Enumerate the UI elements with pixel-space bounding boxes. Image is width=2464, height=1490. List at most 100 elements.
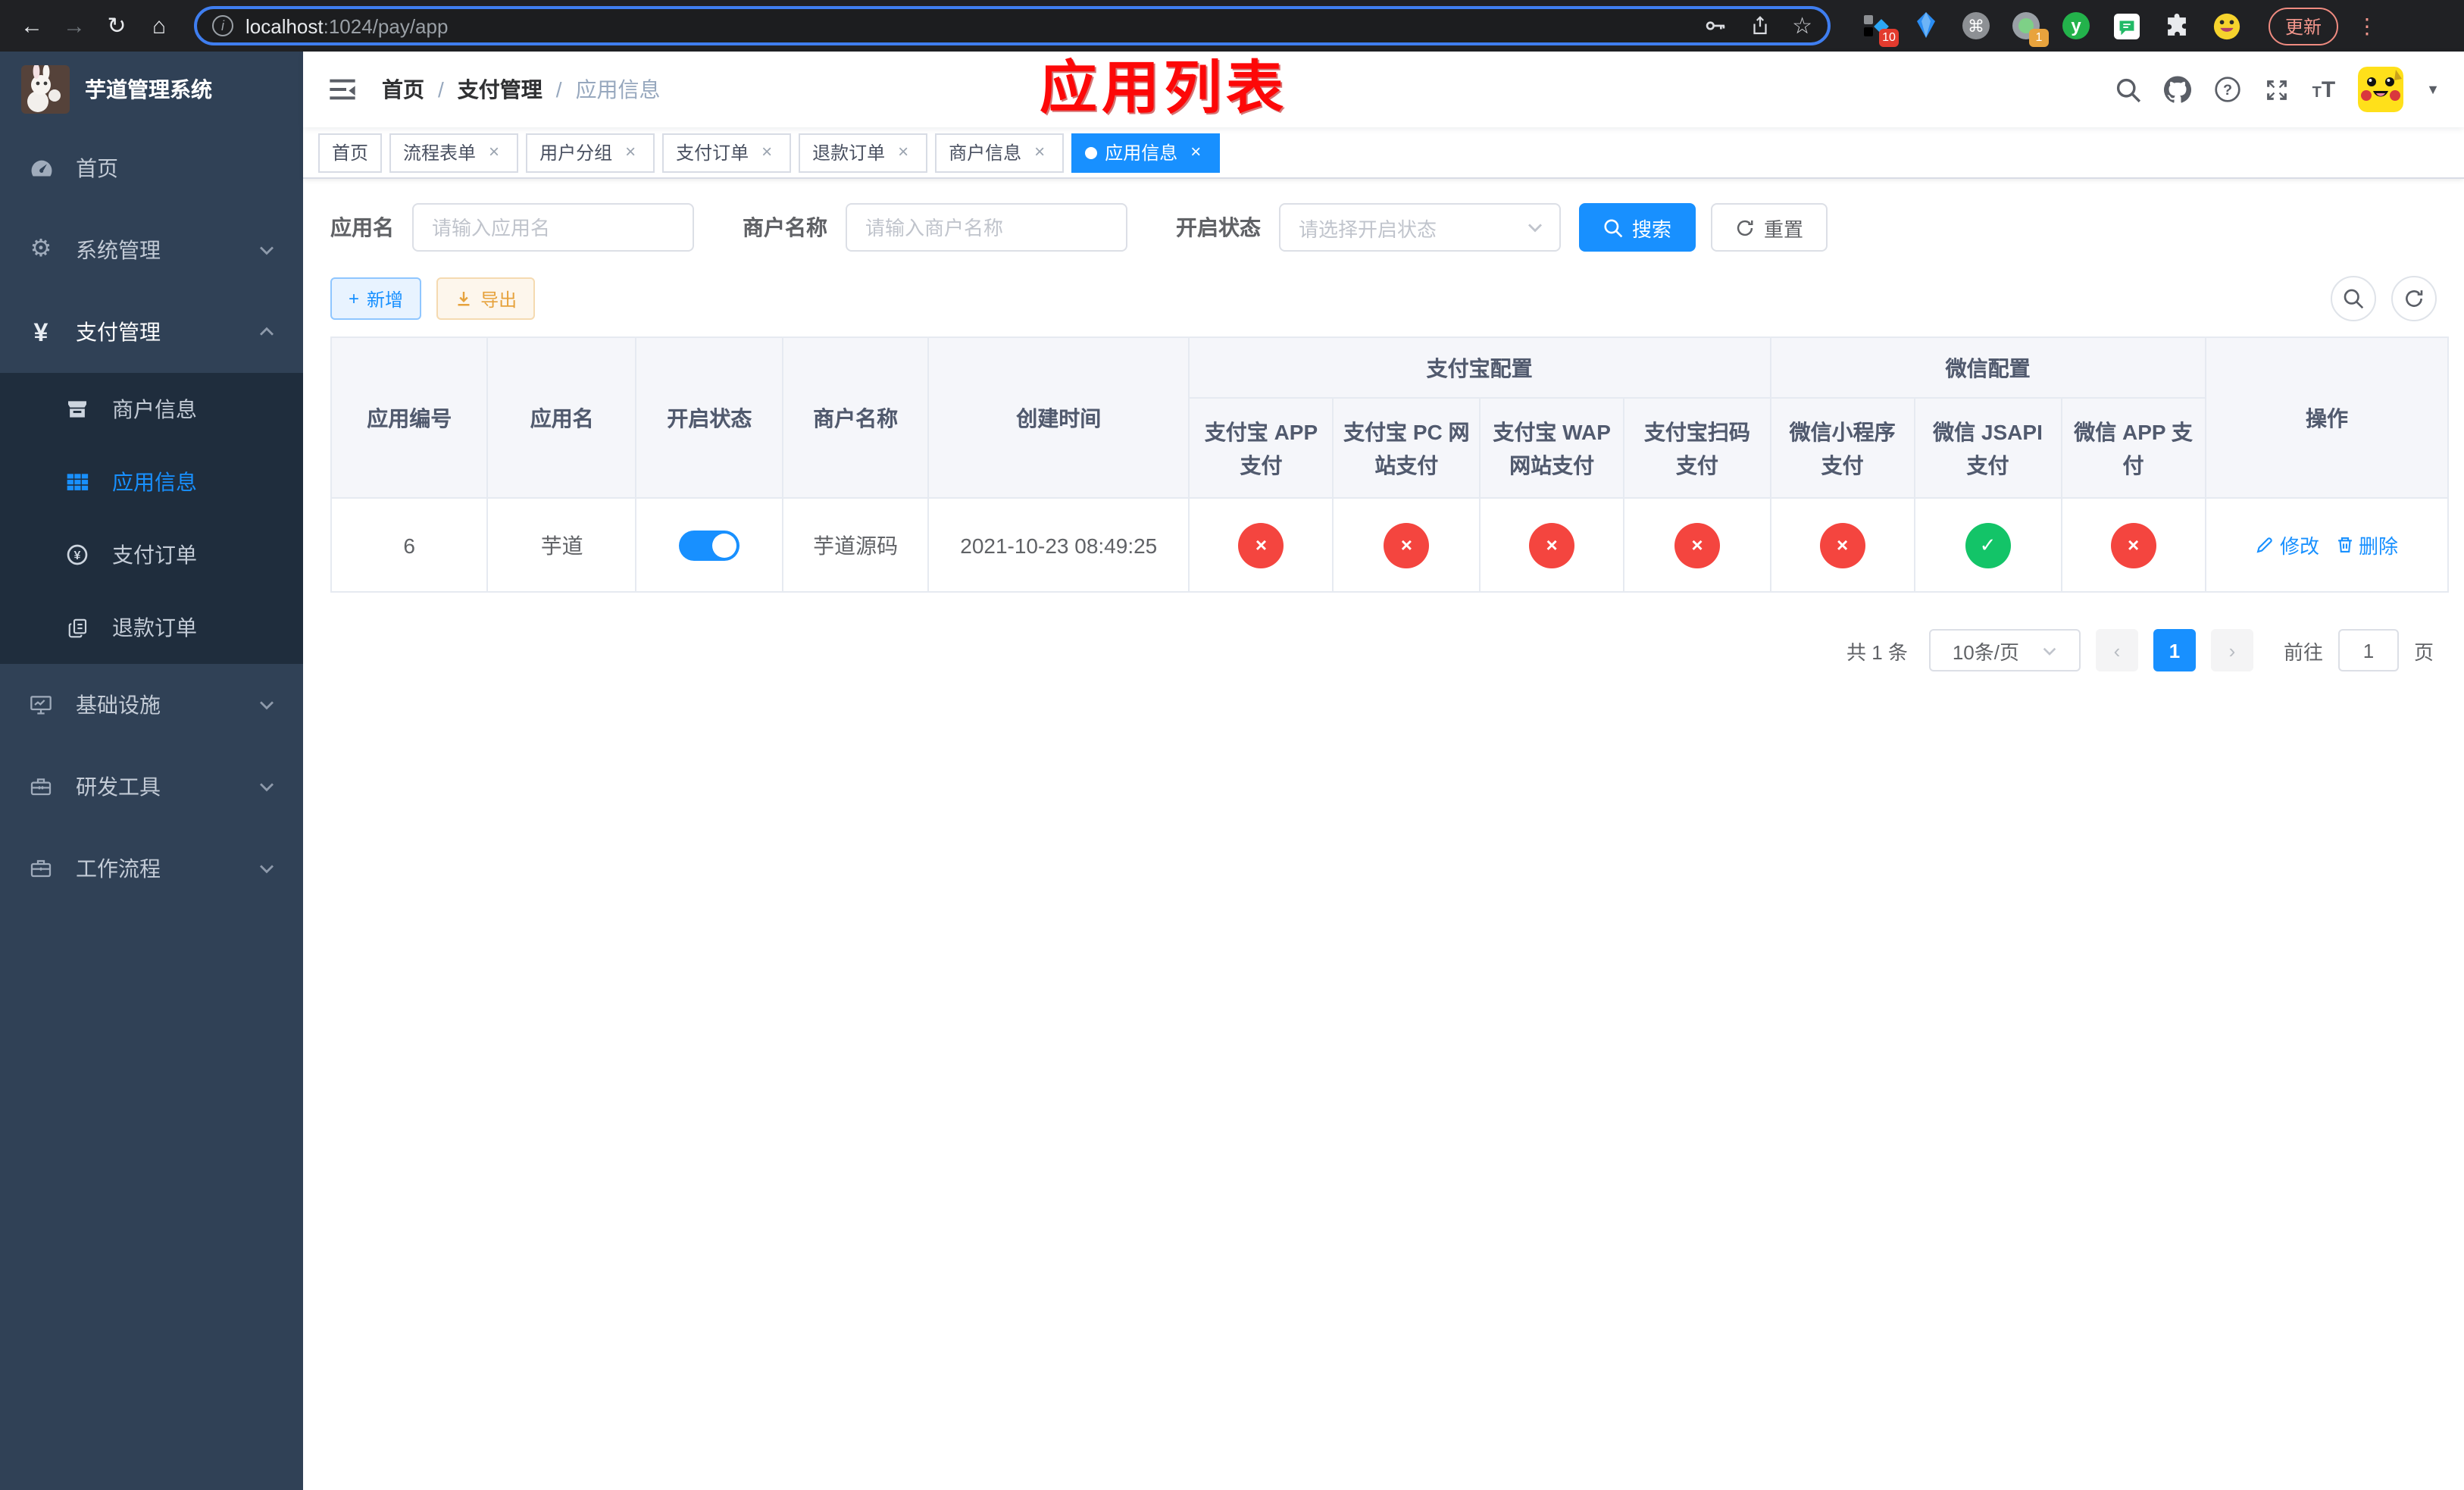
extension-command-icon[interactable]: ⌘ bbox=[1961, 11, 1991, 41]
chrome-menu-icon[interactable]: ⋮ bbox=[2356, 13, 2378, 39]
sidebar-item-system[interactable]: ⚙ 系统管理 bbox=[0, 209, 303, 291]
browser-back-icon[interactable]: ← bbox=[15, 13, 48, 39]
password-key-icon[interactable] bbox=[1703, 14, 1727, 38]
help-icon[interactable]: ? bbox=[2214, 76, 2241, 103]
browser-home-icon[interactable]: ⌂ bbox=[142, 13, 176, 39]
extension-gem-icon[interactable] bbox=[1911, 11, 1941, 41]
extension-blocks-icon[interactable]: 10 bbox=[1861, 11, 1899, 47]
search-button[interactable]: 搜索 bbox=[1579, 203, 1696, 252]
next-page-button[interactable]: › bbox=[2210, 629, 2253, 671]
sidebar-item-workflow[interactable]: 工作流程 bbox=[0, 828, 303, 909]
close-tab-icon[interactable]: × bbox=[893, 141, 914, 163]
extension-record-icon[interactable]: 1 bbox=[2011, 11, 2049, 47]
close-tab-icon[interactable]: × bbox=[483, 141, 505, 163]
chrome-update-button[interactable]: 更新 bbox=[2269, 7, 2339, 45]
app-name-input[interactable] bbox=[412, 203, 694, 252]
plus-icon: + bbox=[349, 288, 360, 309]
avatar-caret-icon[interactable]: ▼ bbox=[2426, 82, 2440, 97]
prev-page-button[interactable]: ‹ bbox=[2095, 629, 2138, 671]
logo-rabbit-image bbox=[21, 65, 70, 114]
fullscreen-icon[interactable] bbox=[2264, 77, 2290, 102]
breadcrumb-current: 应用信息 bbox=[575, 77, 661, 102]
cross-circle-icon: × bbox=[2110, 522, 2156, 568]
delete-link[interactable]: 删除 bbox=[2334, 531, 2398, 559]
breadcrumb-home[interactable]: 首页 bbox=[382, 74, 424, 105]
close-tab-icon[interactable]: × bbox=[1029, 141, 1050, 163]
close-tab-icon[interactable]: × bbox=[756, 141, 777, 163]
status-alipay-wap-cell: × bbox=[1478, 497, 1625, 593]
breadcrumb-payment[interactable]: 支付管理 bbox=[458, 74, 543, 105]
extension-emoji-icon[interactable] bbox=[2211, 11, 2241, 41]
tab-flow-form[interactable]: 流程表单 × bbox=[389, 133, 519, 172]
browser-reload-icon[interactable]: ↻ bbox=[100, 12, 133, 39]
sidebar-item-devtools[interactable]: 研发工具 bbox=[0, 746, 303, 828]
toolbox-icon bbox=[27, 775, 55, 799]
sidebar-item-pay-order[interactable]: ¥ 支付订单 bbox=[0, 518, 303, 591]
sidebar-item-home[interactable]: 首页 bbox=[0, 127, 303, 209]
address-bar[interactable]: i localhost:1024/pay/app ☆ bbox=[194, 6, 1831, 45]
export-button[interactable]: 导出 bbox=[436, 277, 536, 320]
app-id-cell: 6 bbox=[330, 497, 489, 593]
hamburger-icon[interactable] bbox=[327, 74, 358, 105]
current-page-button[interactable]: 1 bbox=[2153, 629, 2196, 671]
chevron-down-icon bbox=[2040, 642, 2057, 659]
tab-user-group[interactable]: 用户分组 × bbox=[526, 133, 655, 172]
goto-page-input[interactable] bbox=[2337, 629, 2399, 671]
sidebar-item-label: 基础设施 bbox=[76, 693, 161, 717]
download-icon bbox=[458, 292, 470, 306]
close-tab-icon[interactable]: × bbox=[620, 141, 641, 163]
gear-icon: ⚙ bbox=[30, 236, 52, 262]
cross-circle-icon: × bbox=[1384, 522, 1430, 568]
wechat-config-group-header: 微信配置 bbox=[1769, 337, 2207, 399]
tab-home[interactable]: 首页 bbox=[318, 133, 383, 172]
enabled-toggle[interactable] bbox=[679, 530, 740, 560]
goto-label: 前往 bbox=[2283, 640, 2323, 663]
search-icon[interactable] bbox=[2115, 77, 2141, 102]
tab-app-info[interactable]: 应用信息 × bbox=[1071, 133, 1221, 172]
add-button[interactable]: + 新增 bbox=[330, 277, 422, 320]
sidebar-item-app-info[interactable]: 应用信息 bbox=[0, 446, 303, 518]
status-select[interactable]: 请选择开启状态 bbox=[1279, 203, 1561, 252]
status-alipay-qr-cell: × bbox=[1623, 497, 1771, 593]
tab-label: 用户分组 bbox=[539, 142, 613, 164]
sidebar-item-infra[interactable]: 基础设施 bbox=[0, 664, 303, 746]
avatar[interactable] bbox=[2358, 67, 2404, 112]
bookmark-star-icon[interactable]: ☆ bbox=[1792, 14, 1812, 37]
sidebar-item-label: 系统管理 bbox=[76, 238, 161, 262]
url-text[interactable]: localhost:1024/pay/app bbox=[245, 14, 448, 37]
github-icon[interactable] bbox=[2163, 76, 2191, 103]
reset-button[interactable]: 重置 bbox=[1711, 203, 1828, 252]
extensions-puzzle-icon[interactable] bbox=[2161, 11, 2191, 41]
sidebar-item-merchant-info[interactable]: 商户信息 bbox=[0, 373, 303, 446]
briefcase-icon bbox=[27, 856, 55, 881]
sidebar-item-refund-order[interactable]: 退款订单 bbox=[0, 591, 303, 664]
font-size-icon[interactable]: TT bbox=[2312, 77, 2336, 102]
merchant-name-input[interactable] bbox=[846, 203, 1127, 252]
refresh-button[interactable] bbox=[2391, 276, 2437, 321]
share-icon[interactable] bbox=[1748, 14, 1771, 38]
extension-chat-icon[interactable] bbox=[2111, 11, 2141, 41]
cross-circle-icon: × bbox=[1529, 522, 1575, 568]
close-tab-icon[interactable]: × bbox=[1185, 141, 1206, 163]
sidebar-item-label: 支付订单 bbox=[112, 543, 197, 567]
toggle-search-button[interactable] bbox=[2331, 276, 2376, 321]
site-info-icon[interactable]: i bbox=[212, 15, 233, 36]
browser-forward-icon[interactable]: → bbox=[58, 13, 91, 39]
status-wechat-mini-cell: × bbox=[1769, 497, 1915, 593]
sidebar-logo[interactable]: 芋道管理系统 bbox=[0, 52, 303, 127]
sidebar-item-label: 应用信息 bbox=[112, 470, 197, 494]
tab-label: 应用信息 bbox=[1105, 142, 1178, 164]
tab-pay-order[interactable]: 支付订单 × bbox=[662, 133, 792, 172]
extension-y-icon[interactable]: y bbox=[2061, 11, 2091, 41]
sub-column-header: 支付宝 APP 支付 bbox=[1188, 397, 1334, 499]
tab-refund-order[interactable]: 退款订单 × bbox=[799, 133, 928, 172]
pagination-total: 共 1 条 bbox=[1846, 640, 1908, 663]
chevron-down-icon bbox=[258, 859, 276, 878]
page-size-select[interactable]: 10条/页 bbox=[1928, 629, 2081, 671]
tab-merchant-info[interactable]: 商户信息 × bbox=[935, 133, 1065, 172]
edit-link[interactable]: 修改 bbox=[2256, 531, 2319, 559]
pagination: 共 1 条 10条/页 ‹ 1 › 前往 页 bbox=[318, 629, 2434, 671]
app-table: 应用编号 应用名 开启状态 商户名称 创建时间 支付宝配置 微信配置 操作 支付宝 APP 支付… bbox=[330, 337, 2449, 593]
sidebar-item-payment[interactable]: ¥ 支付管理 bbox=[0, 291, 303, 373]
svg-text:?: ? bbox=[2223, 82, 2232, 99]
